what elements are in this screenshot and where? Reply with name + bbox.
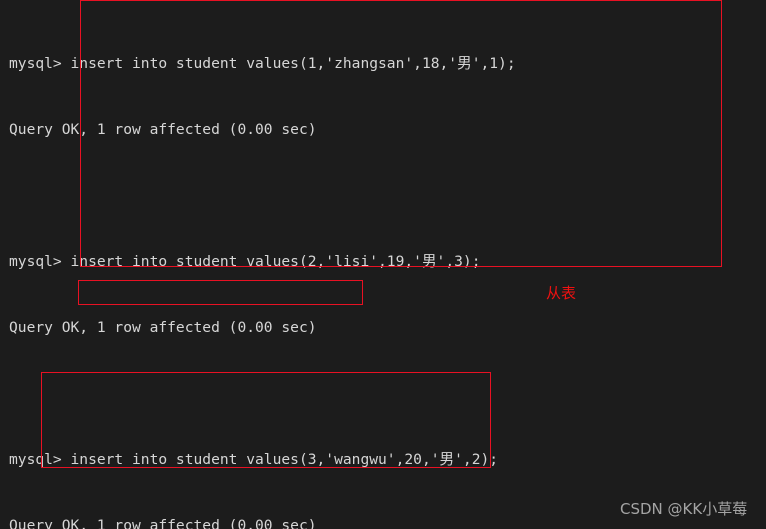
terminal-output[interactable]: mysql> insert into student values(1,'zha… (9, 9, 766, 529)
terminal-screenshot: mysql> insert into student values(1,'zha… (0, 0, 766, 529)
terminal-line: mysql> insert into student values(3,'wan… (9, 451, 499, 468)
terminal-line: mysql> insert into student values(2,'lis… (9, 253, 481, 270)
annotation-label-slave-table: 从表 (546, 284, 577, 302)
terminal-line: Query OK, 1 row affected (0.00 sec) (9, 319, 317, 336)
terminal-line: Query OK, 1 row affected (0.00 sec) (9, 121, 317, 138)
terminal-line: mysql> insert into student values(1,'zha… (9, 55, 516, 72)
csdn-watermark: CSDN @KK小草莓 (620, 500, 748, 518)
